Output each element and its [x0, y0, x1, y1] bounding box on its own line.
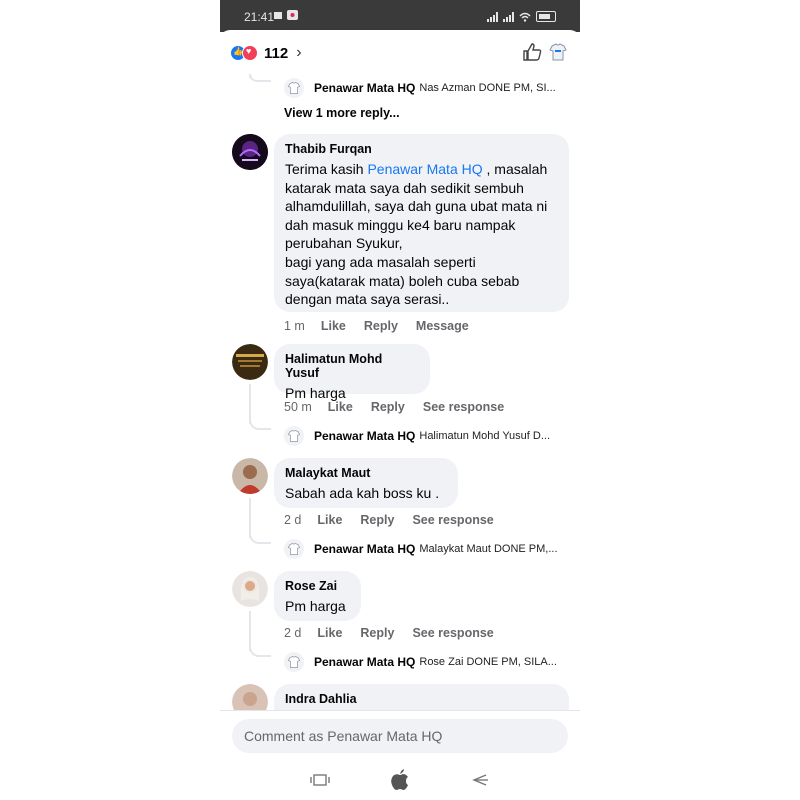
- reply-button[interactable]: Reply: [364, 319, 398, 333]
- page-reply-row[interactable]: Penawar Mata HQ Malaykat Maut DONE PM,..…: [284, 539, 558, 559]
- chevron-right-icon: ›: [296, 44, 302, 61]
- see-response-button[interactable]: See response: [412, 626, 493, 640]
- page-reply-row[interactable]: Penawar Mata HQ Nas Azman DONE PM, SI...: [284, 78, 556, 98]
- notification-icons: [273, 10, 298, 20]
- comment-composer: [220, 710, 580, 761]
- see-response-button[interactable]: See response: [423, 400, 504, 414]
- comment-text: Pm harga: [285, 598, 346, 614]
- love-reaction-icon: [242, 45, 258, 61]
- status-right: [487, 11, 556, 22]
- comment-bubble: Halimatun Mohd Yusuf Pm harga: [274, 344, 430, 401]
- thread-elbow: [249, 414, 271, 430]
- comment-bubble: Indra Dahlia: [274, 684, 569, 710]
- recents-icon[interactable]: [309, 773, 330, 787]
- wifi-icon: [519, 12, 531, 22]
- signal2-icon: [503, 11, 514, 22]
- status-bar: 21:41: [220, 0, 580, 32]
- comment-text-part: , masalah katarak mata saya dah sedikit …: [285, 161, 548, 308]
- comment-time: 50 m: [284, 400, 312, 414]
- comment-author[interactable]: Thabib Furqan: [285, 142, 557, 156]
- thumbs-up-icon[interactable]: [522, 42, 542, 62]
- reply-preview: Malaykat Maut DONE PM,...: [419, 543, 558, 555]
- see-response-button[interactable]: See response: [412, 513, 493, 527]
- like-button[interactable]: Like: [317, 513, 342, 527]
- view-more-replies-link[interactable]: View 1 more reply...: [284, 106, 400, 120]
- app-notification-icon: [287, 10, 298, 20]
- mention-link[interactable]: Penawar Mata HQ: [367, 161, 482, 177]
- comment-text: Sabah ada kah boss ku .: [285, 485, 440, 501]
- reply-preview: Nas Azman DONE PM, SI...: [419, 82, 556, 94]
- comment-actions: 2 d Like Reply See response: [284, 513, 512, 527]
- page-logo-icon: [284, 78, 304, 98]
- comments-header: 112 ›: [220, 30, 580, 74]
- avatar[interactable]: [232, 684, 268, 710]
- message-button[interactable]: Message: [416, 319, 469, 333]
- like-button[interactable]: Like: [317, 626, 342, 640]
- comment-author[interactable]: Indra Dahlia: [285, 692, 557, 706]
- reply-button[interactable]: Reply: [371, 400, 405, 414]
- page-reply-row[interactable]: Penawar Mata HQ Rose Zai DONE PM, SILA..…: [284, 652, 557, 672]
- comment-input[interactable]: [232, 719, 568, 753]
- reply-button[interactable]: Reply: [360, 626, 394, 640]
- page-logo-icon: [284, 426, 304, 446]
- comment-bubble: Rose Zai Pm harga: [274, 571, 361, 621]
- comment-text-part: Terima kasih: [285, 161, 368, 177]
- notification-icon: [274, 12, 282, 19]
- reply-author[interactable]: Penawar Mata HQ: [314, 81, 415, 95]
- home-icon[interactable]: [389, 768, 411, 792]
- thread-elbow: [249, 74, 271, 82]
- avatar[interactable]: [232, 134, 268, 170]
- page-logo-icon[interactable]: [548, 42, 568, 67]
- comment-text: Terima kasih Penawar Mata HQ , masalah k…: [285, 160, 557, 309]
- reply-preview: Halimatun Mohd Yusuf D...: [419, 430, 551, 442]
- reply-author[interactable]: Penawar Mata HQ: [314, 542, 415, 556]
- page-logo-icon: [284, 539, 304, 559]
- avatar[interactable]: [232, 458, 268, 494]
- reply-author[interactable]: Penawar Mata HQ: [314, 429, 415, 443]
- comments-sheet: 112 › Penawar Mata HQ Nas Azman DONE PM,…: [220, 30, 580, 800]
- comment-actions: 1 m Like Reply Message: [284, 319, 487, 333]
- comment-bubble: Malaykat Maut Sabah ada kah boss ku .: [274, 458, 458, 508]
- phone-screen: 21:41 112 ›: [220, 0, 580, 800]
- reactions-summary[interactable]: 112 ›: [230, 44, 302, 62]
- system-nav-bar: [220, 760, 580, 800]
- reply-preview: Rose Zai DONE PM, SILA...: [419, 656, 557, 668]
- comment-actions: 2 d Like Reply See response: [284, 626, 512, 640]
- comment-time: 1 m: [284, 319, 305, 333]
- back-icon[interactable]: [470, 773, 490, 787]
- reply-author[interactable]: Penawar Mata HQ: [314, 655, 415, 669]
- comment-author[interactable]: Malaykat Maut: [285, 466, 446, 480]
- like-button[interactable]: Like: [328, 400, 353, 414]
- like-button[interactable]: Like: [321, 319, 346, 333]
- comment-bubble: Thabib Furqan Terima kasih Penawar Mata …: [274, 134, 569, 312]
- reaction-count: 112: [264, 44, 289, 62]
- comment-author[interactable]: Halimatun Mohd Yusuf: [285, 352, 418, 380]
- battery-icon: [536, 11, 556, 22]
- page-reply-row[interactable]: Penawar Mata HQ Halimatun Mohd Yusuf D..…: [284, 426, 550, 446]
- status-time: 21:41: [244, 10, 275, 24]
- comment-time: 2 d: [284, 626, 302, 640]
- avatar[interactable]: [232, 344, 268, 380]
- avatar[interactable]: [232, 571, 268, 607]
- reply-button[interactable]: Reply: [360, 513, 394, 527]
- comment-author[interactable]: Rose Zai: [285, 579, 349, 593]
- comment-time: 2 d: [284, 513, 302, 527]
- comment-actions: 50 m Like Reply See response: [284, 400, 522, 414]
- page-logo-icon: [284, 652, 304, 672]
- thread-elbow: [249, 528, 271, 544]
- thread-elbow: [249, 641, 271, 657]
- signal-icon: [487, 11, 498, 22]
- comments-list: Penawar Mata HQ Nas Azman DONE PM, SI...…: [220, 74, 580, 710]
